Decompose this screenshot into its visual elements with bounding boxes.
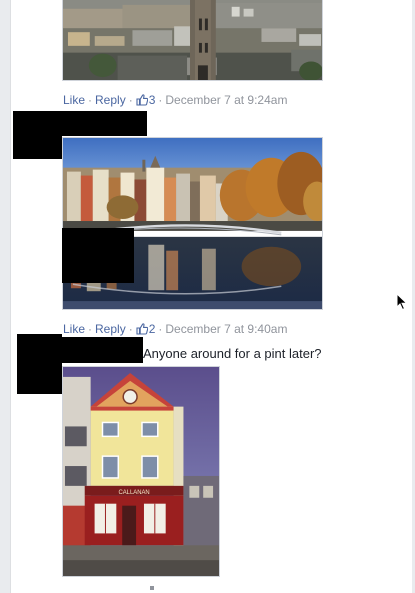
- comment-thread: Like·Reply·3·December 7 at 9:24am: [0, 0, 415, 593]
- redacted-name: [60, 337, 143, 363]
- comment-photo-river-bridge[interactable]: [62, 137, 323, 310]
- reply-link[interactable]: Reply: [95, 93, 126, 107]
- reply-link[interactable]: Reply: [95, 322, 126, 336]
- separator-dot: ·: [158, 322, 163, 336]
- redacted-region: [62, 228, 134, 283]
- separator-dot: ·: [88, 322, 93, 336]
- thumbs-up-icon[interactable]: [136, 94, 148, 109]
- redacted-avatar: [13, 111, 62, 159]
- comment-timestamp[interactable]: December 7 at 9:40am: [165, 322, 287, 336]
- truncated-indicator: [150, 586, 154, 590]
- separator-dot: ·: [128, 322, 133, 336]
- city-tower-image: [63, 0, 322, 80]
- redacted-avatar: [17, 334, 62, 394]
- thumbs-up-icon[interactable]: [136, 323, 148, 338]
- like-count[interactable]: 3: [149, 93, 156, 107]
- comment-body: Anyone around for a pint later?: [143, 346, 322, 361]
- comment-timestamp[interactable]: December 7 at 9:24am: [165, 93, 287, 107]
- like-link[interactable]: Like: [63, 93, 85, 107]
- pub-sign: CALLANAN: [118, 490, 149, 496]
- comment-actions-1: Like · Reply · 3 · December 7 at 9:24am: [63, 93, 287, 109]
- redacted-name: [60, 111, 147, 136]
- left-gutter: [0, 0, 11, 593]
- separator-dot: ·: [158, 93, 163, 107]
- like-link[interactable]: Like: [63, 322, 85, 336]
- comment-photo-city-tower[interactable]: [62, 0, 323, 81]
- comment-actions-2: Like · Reply · 2 · December 7 at 9:40am: [63, 322, 287, 338]
- comment-photo-pub[interactable]: CALLANAN: [62, 366, 220, 577]
- like-count[interactable]: 2: [149, 322, 156, 336]
- river-bridge-image: [63, 138, 322, 309]
- mouse-pointer-icon: [396, 292, 408, 311]
- separator-dot: ·: [88, 93, 93, 107]
- separator-dot: ·: [128, 93, 133, 107]
- pub-building-image: CALLANAN: [63, 367, 219, 576]
